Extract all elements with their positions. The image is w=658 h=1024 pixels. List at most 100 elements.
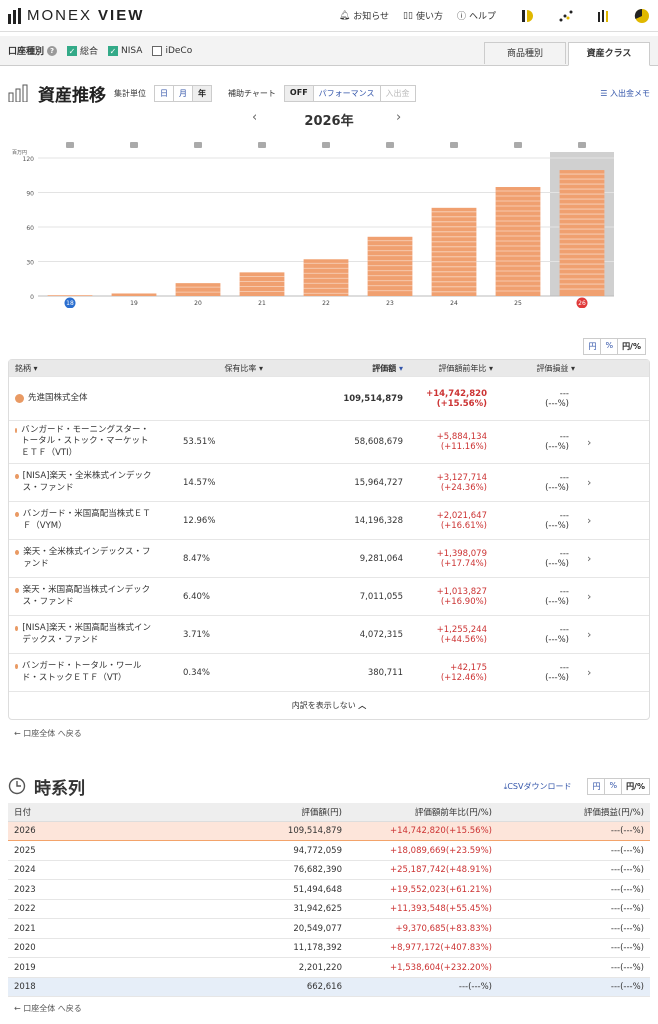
portfolio-row[interactable]: バンガード・モーニングスター・トータル・ストック・マーケットＥＴＦ（VTI） 5… <box>9 420 649 463</box>
chevron-right-icon[interactable]: › <box>581 590 603 603</box>
ts-date: 2018 <box>8 977 128 998</box>
bars-icon[interactable] <box>596 8 612 24</box>
holding-name: 楽天・米国高配当株式インデックス・ファンド <box>9 585 159 608</box>
portfolio-unit-toggle: 円 % 円/% <box>583 338 646 355</box>
sort-icon: ▾ <box>258 363 263 373</box>
timeseries-unit-toggle: 円 % 円/% <box>587 777 650 795</box>
y-tick-label: 120 <box>23 156 35 163</box>
question-icon[interactable]: ? <box>47 45 58 56</box>
collapse-breakdown-button[interactable]: 内訳を表示しない ︿ <box>9 691 649 719</box>
timeseries-row[interactable]: 2023 51,494,648 +19,552,023(+61.21%) ---… <box>8 879 650 900</box>
memo-icon <box>322 142 330 148</box>
timeseries-row[interactable]: 2025 94,772,059 +18,089,669(+23.59%) ---… <box>8 840 650 861</box>
portfolio-row[interactable]: 楽天・米国高配当株式インデックス・ファンド 6.40% 7,011,055 +1… <box>9 577 649 615</box>
timeseries-row[interactable]: 2024 76,682,390 +25,187,742(+48.91%) ---… <box>8 860 650 881</box>
unit-month[interactable]: 月 <box>174 85 193 101</box>
ts-value: 94,772,059 <box>128 840 348 861</box>
holding-change: +1,013,827 (+16.90%) <box>436 586 487 607</box>
checkbox-general[interactable]: ✓ 総合 <box>67 44 98 57</box>
x-tick-label: 25 <box>514 300 522 307</box>
portfolio-row[interactable]: バンガード・トータル・ワールド・ストックＥＴＦ（VT） 0.34% 380,71… <box>9 653 649 691</box>
holding-name: バンガード・モーニングスター・トータル・ストック・マーケットＥＴＦ（VTI） <box>9 425 159 459</box>
unit-yen-percent[interactable]: 円/% <box>618 339 645 354</box>
nav-notifications[interactable]: 🔔︎ お知らせ <box>339 9 389 23</box>
category-dot-icon <box>15 664 18 670</box>
back-to-account-link[interactable]: ← 口座全体 へ戻る <box>0 720 658 747</box>
holding-ratio: 53.51% <box>183 437 216 448</box>
timeseries-row[interactable]: 2021 20,549,077 +9,370,685(+83.83%) ---(… <box>8 918 650 939</box>
unit-day[interactable]: 日 <box>155 85 174 101</box>
unit-year[interactable]: 年 <box>193 85 211 101</box>
timeseries-row[interactable]: 2018 662,616 ---(---%) ---(---%) <box>8 977 650 998</box>
chevron-right-icon[interactable]: › <box>581 476 603 489</box>
portfolio-row[interactable]: [NISA]楽天・米国高配当株式インデックス・ファンド 3.71% 4,072,… <box>9 615 649 653</box>
nav-guide[interactable]: ▯▯ 使い方 <box>403 9 443 23</box>
bar <box>111 293 157 296</box>
aux-cashflow[interactable]: 入出金 <box>381 86 415 101</box>
bar <box>47 295 93 296</box>
checkbox-nisa[interactable]: ✓ NISA <box>108 45 142 56</box>
ts-date: 2021 <box>8 918 128 939</box>
cashflow-memo-link[interactable]: ☰ 入出金メモ <box>600 88 650 99</box>
chevron-right-icon[interactable]: › <box>581 666 603 679</box>
unit-percent[interactable]: % <box>601 339 619 354</box>
ts-date: 2019 <box>8 957 128 978</box>
ts-value: 2,201,220 <box>128 957 348 978</box>
chevron-right-icon[interactable]: › <box>581 436 603 449</box>
timeseries-row[interactable]: 2022 31,942,625 +11,393,548(+55.45%) ---… <box>8 899 650 920</box>
asset-section-header: 資産推移 集計単位 日 月 年 補助チャート OFF パフォーマンス 入出金 ☰… <box>0 78 658 108</box>
asset-bar-chart: 0 30 60 90 120百万円 18 19 20 21 22 23 24 25 26 <box>12 142 614 308</box>
chevron-right-icon[interactable]: › <box>581 552 603 565</box>
chevron-right-icon[interactable]: › <box>581 514 603 527</box>
portfolio-row[interactable]: バンガード・米国高配当株式ＥＴＦ（VYM） 12.96% 14,196,328 … <box>9 501 649 539</box>
portfolio-row[interactable]: 楽天・全米株式インデックス・ファンド 8.47% 9,281,064 +1,39… <box>9 539 649 577</box>
portfolio-total-row: 先進国株式全体 109,514,879 +14,742,820 (+15.56%)… <box>9 376 649 420</box>
csv-download-link[interactable]: ⤓CSVダウンロード <box>504 781 572 792</box>
aux-off[interactable]: OFF <box>284 85 314 101</box>
col-ratio[interactable]: 保有比率 ▾ <box>159 363 269 374</box>
monex-view-logo[interactable]: MONEX VIEW <box>8 7 144 24</box>
ts-date: 2025 <box>8 840 128 861</box>
aux-performance[interactable]: パフォーマンス <box>314 85 381 101</box>
chevron-right-icon[interactable]: › <box>581 628 603 641</box>
col-name[interactable]: 銘柄 ▾ <box>9 363 159 374</box>
timeseries-row[interactable]: 2020 11,178,392 +8,977,172(+407.83%) ---… <box>8 938 650 959</box>
next-year-chevron-icon[interactable]: › <box>396 110 401 125</box>
ts-change: ---(---%) <box>348 977 498 998</box>
ts-gain: ---(---%) <box>498 840 650 861</box>
back-to-account-link-bottom[interactable]: ← 口座全体 へ戻る <box>0 997 658 1022</box>
dots-chart-icon[interactable] <box>558 8 574 24</box>
unit-yen[interactable]: 円 <box>584 339 602 354</box>
category-dot-icon <box>15 550 20 556</box>
tab-asset-class[interactable]: 資産クラス <box>568 42 650 66</box>
ts-date: 2022 <box>8 899 128 920</box>
asset-view-icon[interactable] <box>520 8 536 24</box>
checkbox-ideco[interactable]: iDeCo <box>152 45 192 56</box>
holding-gain: --- (---%) <box>545 624 569 645</box>
account-type-label: 口座種別? <box>8 44 58 57</box>
holding-name: バンガード・トータル・ワールド・ストックＥＴＦ（VT） <box>9 661 159 684</box>
logo-text-light: MONEX <box>27 7 93 24</box>
question-circle-icon: ⓘ <box>456 12 466 22</box>
holding-gain: --- (---%) <box>545 432 569 453</box>
timeseries-row[interactable]: 2019 2,201,220 +1,538,604(+232.20%) ---(… <box>8 957 650 978</box>
pie-icon[interactable] <box>634 8 650 24</box>
timeseries-row[interactable]: 2026 109,514,879 +14,742,820(+15.56%) --… <box>8 820 650 842</box>
col-value[interactable]: 評価額 ▾ <box>269 363 409 374</box>
category-dot-icon <box>15 474 19 480</box>
x-tick-label: 18 <box>66 300 74 307</box>
prev-year-chevron-icon[interactable]: ‹ <box>252 110 257 125</box>
asset-title: 資産推移 <box>38 85 106 105</box>
col-change[interactable]: 評価額前年比 ▾ <box>409 363 499 374</box>
holding-ratio: 14.57% <box>183 477 216 488</box>
tab-product-type[interactable]: 商品種別 <box>484 42 566 64</box>
holding-gain: --- (---%) <box>545 662 569 683</box>
col-gain[interactable]: 評価損益 ▾ <box>499 363 581 374</box>
holding-change: +2,021,647 (+16.61%) <box>436 510 487 531</box>
ts-gain: ---(---%) <box>498 938 650 959</box>
x-tick-label: 24 <box>450 300 458 307</box>
portfolio-row[interactable]: [NISA]楽天・全米株式インデックス・ファンド 14.57% 15,964,7… <box>9 463 649 501</box>
memo-icon <box>450 142 458 148</box>
nav-help[interactable]: ⓘ ヘルプ <box>457 9 496 22</box>
top-header: MONEX VIEW 🔔︎ お知らせ ▯▯ 使い方 ⓘ ヘルプ <box>0 0 658 32</box>
